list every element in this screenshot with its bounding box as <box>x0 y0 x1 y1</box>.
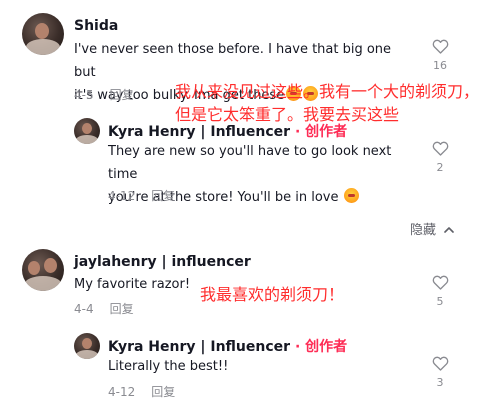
chevron-up-icon <box>444 227 454 233</box>
comment-text-line: I've never seen those before. I have tha… <box>74 42 392 80</box>
heart-eyes-emoji-icon <box>343 188 359 203</box>
reply-text-line: They are new so you'll have to go look n… <box>108 144 392 182</box>
like-button[interactable]: 2 <box>428 141 452 174</box>
like-button[interactable]: 5 <box>428 275 452 308</box>
reply-date: 4-12 <box>108 189 136 203</box>
comment-date: 4-5 <box>74 88 94 102</box>
avatar[interactable] <box>74 118 100 144</box>
reply-button[interactable]: 回复 <box>151 385 175 399</box>
creator-badge: · 创作者 <box>294 124 348 140</box>
like-button[interactable]: 3 <box>428 356 452 389</box>
reply-meta: 4-12 回复 <box>108 187 175 204</box>
comment-meta: 4-5 回复 <box>74 86 134 103</box>
comment-date: 4-4 <box>74 302 94 316</box>
heart-outline-icon <box>432 141 448 156</box>
reply-button[interactable]: 回复 <box>110 302 134 316</box>
hide-replies-button[interactable]: 隐藏 <box>410 219 454 238</box>
like-count: 16 <box>433 59 447 72</box>
heart-outline-icon <box>432 356 448 371</box>
like-button[interactable]: 16 <box>428 39 452 72</box>
avatar[interactable] <box>74 333 100 359</box>
comment-meta: 4-4 回复 <box>74 300 134 317</box>
translation-annotation: 我最喜欢的剃须刀！ <box>200 285 345 304</box>
heart-outline-icon <box>432 39 448 54</box>
reply-button[interactable]: 回复 <box>110 88 134 102</box>
like-count: 2 <box>436 161 444 174</box>
reply-button[interactable]: 回复 <box>151 189 175 203</box>
translation-annotation: 我从来没见过这些。我有一个大的剃须刀， 但是它太笨重了。我要去买这些 <box>175 82 480 124</box>
reply-date: 4-12 <box>108 385 136 399</box>
comment-username[interactable]: jaylahenry | influencer <box>74 254 251 270</box>
heart-outline-icon <box>432 275 448 290</box>
like-count: 5 <box>436 295 444 308</box>
hide-replies-label: 隐藏 <box>410 223 437 238</box>
reply-username[interactable]: Kyra Henry | Influencer · 创作者 <box>108 336 347 356</box>
like-count: 3 <box>436 376 444 389</box>
reply-text: Literally the best!! <box>108 355 308 378</box>
comment-username[interactable]: Shida <box>74 18 118 34</box>
avatar[interactable] <box>22 249 64 291</box>
reply-meta: 4-12 回复 <box>108 383 175 400</box>
creator-badge: · 创作者 <box>294 339 348 355</box>
avatar[interactable] <box>22 13 64 55</box>
reply-username[interactable]: Kyra Henry | Influencer · 创作者 <box>108 121 347 141</box>
reply-text-line: Literally the best!! <box>108 359 229 374</box>
